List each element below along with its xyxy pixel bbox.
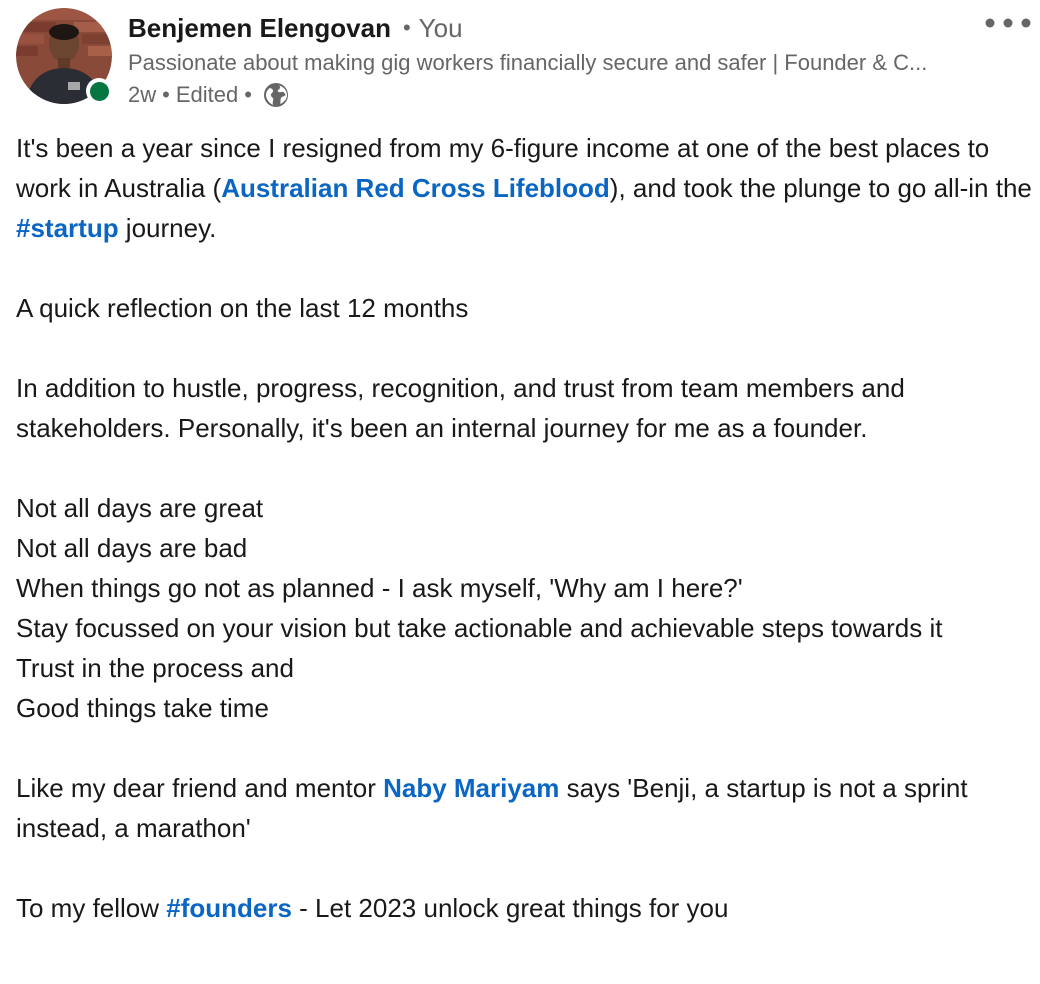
ellipsis-icon: [985, 18, 1031, 28]
post-text-segment: Like my dear friend and mentor: [16, 773, 384, 803]
post-paragraph: It's been a year since I resigned from m…: [16, 128, 1032, 248]
post-paragraph: Like my dear friend and mentor Naby Mari…: [16, 768, 1032, 848]
hashtag-link[interactable]: #startup: [16, 213, 119, 243]
post-text-segment: ), and took the plunge to go all-in the: [609, 173, 1032, 203]
avatar[interactable]: [16, 8, 112, 104]
mention-link[interactable]: Australian Red Cross Lifeblood: [221, 173, 610, 203]
post-line: Not all days are bad: [16, 533, 248, 563]
separator-dot: •: [244, 82, 252, 107]
author-line: Benjemen Elengovan • You: [128, 10, 463, 46]
mention-link[interactable]: Naby Mariyam: [383, 773, 559, 803]
edited-label: Edited: [175, 82, 239, 107]
post-text: It's been a year since I resigned from m…: [16, 128, 1032, 928]
post-line: Good things take time: [16, 693, 269, 723]
online-status-dot: [86, 78, 112, 104]
hashtag-link[interactable]: #founders: [166, 893, 292, 923]
post-line: When things go not as planned - I ask my…: [16, 573, 743, 603]
post-paragraph: A quick reflection on the last 12 months: [16, 293, 469, 323]
globe-icon: [263, 83, 288, 107]
post-line: Stay focussed on your vision but take ac…: [16, 613, 943, 643]
post-paragraph: To my fellow #founders - Let 2023 unlock…: [16, 888, 1032, 928]
author-headline[interactable]: Passionate about making gig workers fina…: [128, 48, 953, 78]
post-text-segment: - Let 2023 unlock great things for you: [291, 893, 729, 923]
more-options-button[interactable]: [982, 8, 1034, 38]
post-line: Trust in the process and: [16, 653, 294, 683]
post-age[interactable]: 2w: [128, 82, 156, 108]
author-relation: You: [418, 12, 463, 43]
post-text-segment: To my fellow: [16, 893, 167, 923]
post-text-segment: journey.: [118, 213, 217, 243]
post-paragraph: In addition to hustle, progress, recogni…: [16, 373, 905, 443]
post-header: Benjemen Elengovan • You Passionate abou…: [0, 0, 1040, 120]
author-name[interactable]: Benjemen Elengovan: [128, 13, 391, 44]
post-meta: 2w • Edited •: [128, 80, 290, 110]
separator-dot: •: [402, 15, 411, 40]
separator-dot: •: [162, 82, 170, 107]
presence-indicator-icon: [89, 81, 109, 101]
post-line: Not all days are great: [16, 493, 264, 523]
